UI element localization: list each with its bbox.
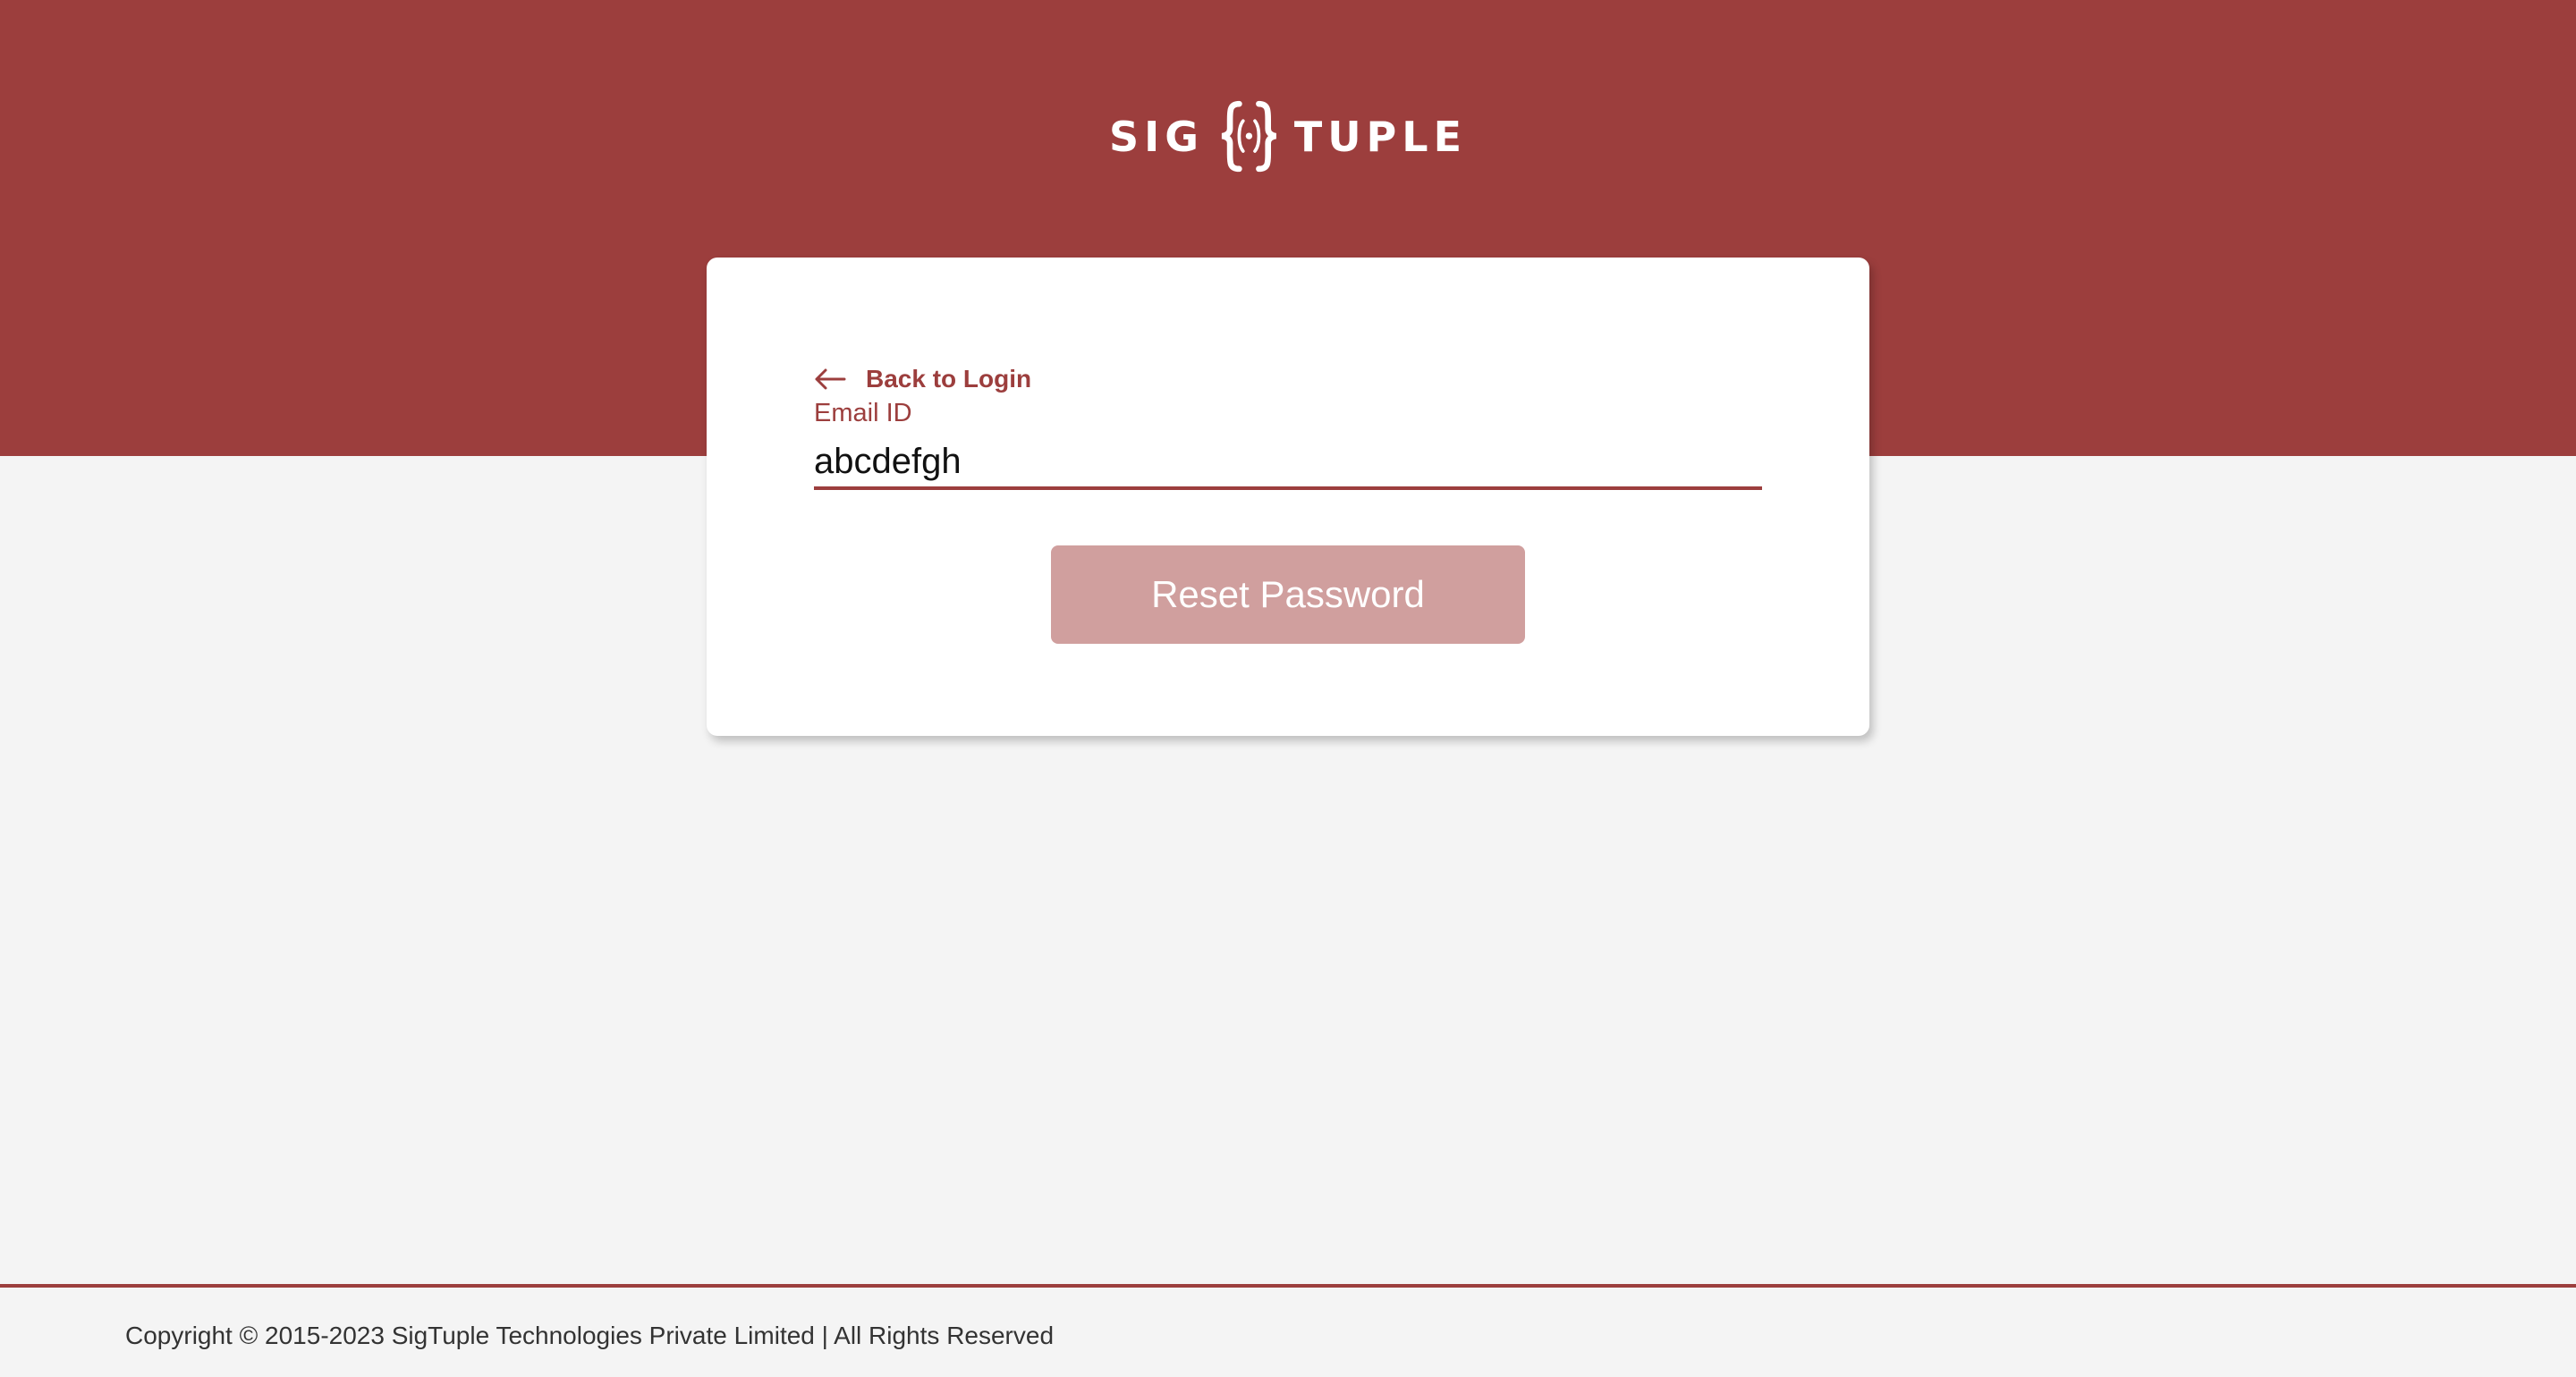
sigtuple-logo: SIG TUPLE bbox=[1109, 85, 1467, 188]
logo-text-right: TUPLE bbox=[1293, 112, 1467, 161]
reset-password-page: SIG TUPLE Back to Login Email ID Reset P… bbox=[0, 0, 2576, 1377]
back-to-login-link[interactable]: Back to Login bbox=[814, 365, 1031, 393]
brace-dot-icon bbox=[1221, 100, 1277, 173]
back-to-login-label: Back to Login bbox=[866, 365, 1032, 393]
email-field[interactable] bbox=[814, 436, 1762, 490]
footer: Copyright © 2015-2023 SigTuple Technolog… bbox=[0, 1284, 2576, 1377]
reset-password-card: Back to Login Email ID Reset Password bbox=[707, 258, 1869, 736]
reset-password-button[interactable]: Reset Password bbox=[1051, 545, 1525, 644]
copyright-text: Copyright © 2015-2023 SigTuple Technolog… bbox=[125, 1322, 1055, 1349]
logo-text-left: SIG bbox=[1109, 112, 1205, 161]
email-field-label: Email ID bbox=[814, 399, 912, 427]
arrow-left-icon bbox=[815, 368, 846, 390]
